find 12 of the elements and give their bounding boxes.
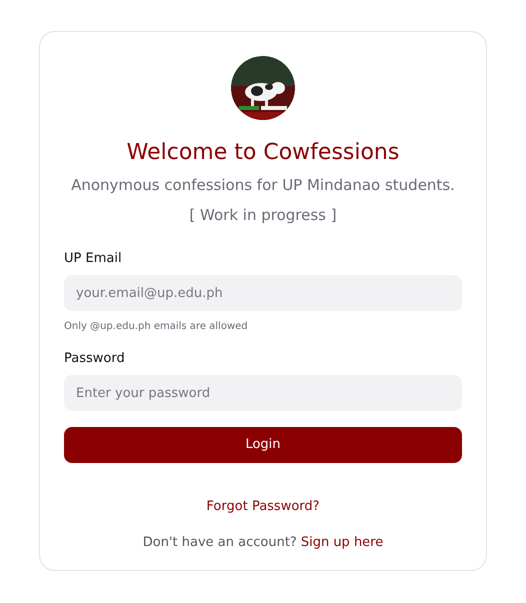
signup-link[interactable]: Sign up here <box>300 532 384 552</box>
welcome-title: Welcome to Cowfessions <box>126 139 400 167</box>
login-button[interactable]: Login <box>64 427 462 463</box>
field-label: Password <box>64 350 126 368</box>
forgot-password-link[interactable]: Forgot Password? <box>206 497 320 516</box>
input-field[interactable]: your.email@up.edu.ph <box>64 275 462 311</box>
input-field[interactable]: Enter your password <box>64 375 462 411</box>
field-hint: Only @up.edu.ph emails are allowed <box>64 320 249 334</box>
subtitle: Anonymous confessions for UP Mindanao students. <box>70 175 456 196</box>
signup-prompt: Don't have an account? <box>142 534 297 552</box>
field-label: UP Email <box>64 250 123 268</box>
status-note: [ Work in progress ] <box>188 205 338 226</box>
